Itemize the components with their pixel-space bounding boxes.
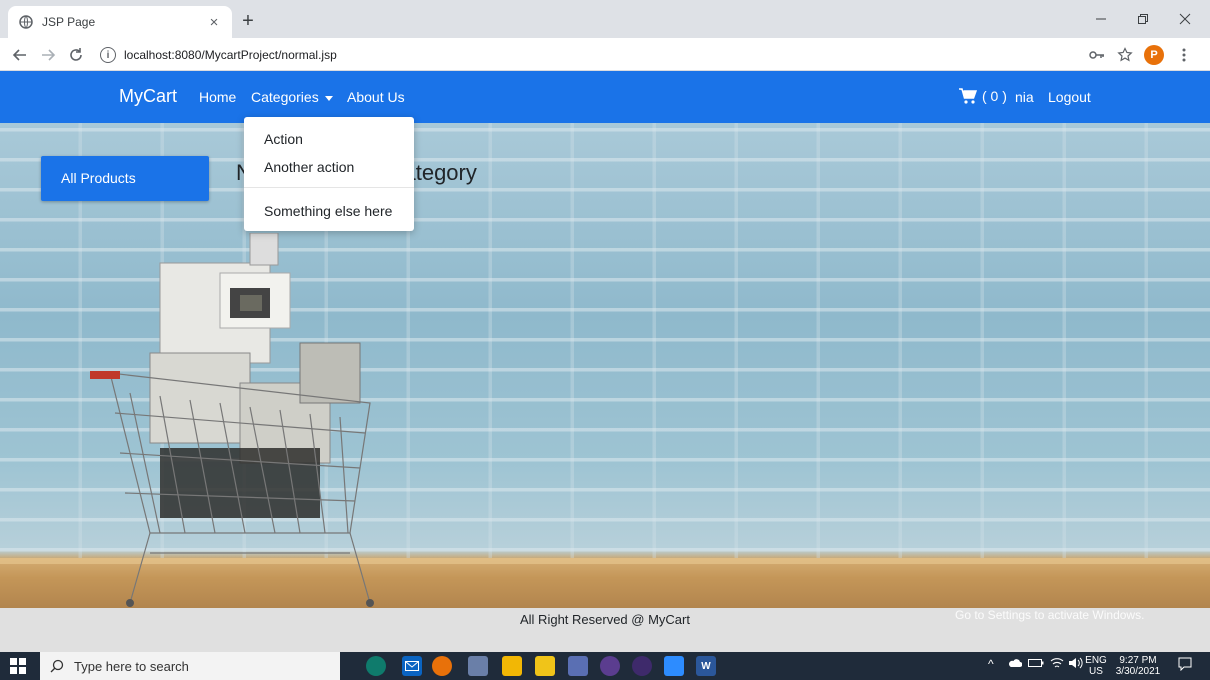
lang-top: ENG: [1085, 655, 1107, 666]
eclipse-icon[interactable]: [600, 656, 620, 676]
paint-icon[interactable]: [468, 656, 488, 676]
app-navbar: MyCart Home Categories About Us ( 0 ) ni…: [0, 71, 1210, 123]
hero-background: All Products No items in this category: [0, 123, 1210, 608]
taskbar-search-placeholder: Type here to search: [74, 658, 189, 674]
tray-chevron-up-icon[interactable]: ^: [988, 657, 994, 671]
arrow-right-icon: [42, 49, 56, 61]
browser-tab[interactable]: JSP Page ×: [8, 6, 232, 38]
key-icon: [1089, 51, 1104, 59]
browser-menu-button[interactable]: [1174, 43, 1194, 67]
mail-icon[interactable]: [402, 656, 422, 676]
snipping-tool-icon[interactable]: [568, 656, 588, 676]
profile-button[interactable]: P: [1142, 43, 1166, 67]
cart-count: ( 0 ): [982, 88, 1007, 104]
avatar: P: [1144, 45, 1164, 65]
search-icon: [50, 659, 64, 673]
nav-user[interactable]: nia: [1015, 89, 1034, 105]
all-products-button[interactable]: All Products: [41, 156, 209, 201]
zoom-icon[interactable]: [664, 656, 684, 676]
clock-time: 9:27 PM: [1119, 655, 1157, 666]
volume-icon[interactable]: [1068, 657, 1084, 672]
speaker-icon: [1069, 657, 1083, 669]
tab-title: JSP Page: [42, 15, 96, 29]
kebab-menu-icon: [1182, 48, 1186, 62]
reload-icon: [70, 48, 82, 61]
lang-bottom: US: [1089, 666, 1103, 677]
notification-icon: [1178, 657, 1192, 672]
nav-home[interactable]: Home: [199, 89, 236, 105]
dropdown-divider: [244, 187, 414, 188]
shopping-cart-icon: [959, 88, 978, 104]
browser-toolbar: i localhost:8080/MycartProject/normal.js…: [0, 38, 1210, 71]
restore-button[interactable]: [1120, 0, 1166, 38]
nav-categories[interactable]: Categories: [251, 89, 333, 105]
wifi-icon[interactable]: [1050, 657, 1064, 672]
edge-icon[interactable]: [366, 656, 386, 676]
browser-tabstrip: JSP Page × +: [0, 0, 1210, 38]
url-text[interactable]: localhost:8080/MycartProject/normal.jsp: [124, 48, 337, 62]
taskbar-search-input[interactable]: Type here to search: [40, 652, 340, 680]
activation-watermark: Go to Settings to activate Windows.: [955, 608, 1145, 622]
brand-link[interactable]: MyCart: [119, 86, 177, 107]
battery-icon[interactable]: [1028, 657, 1044, 671]
chrome-icon[interactable]: [432, 656, 452, 676]
dropdown-item-action[interactable]: Action: [264, 131, 303, 147]
nav-about-us[interactable]: About Us: [347, 89, 405, 105]
cart-link[interactable]: ( 0 ): [958, 87, 1007, 105]
forward-button[interactable]: [36, 43, 60, 67]
notifications-button[interactable]: [1178, 657, 1192, 674]
caret-down-icon: [324, 95, 333, 101]
word-icon[interactable]: W: [696, 656, 716, 676]
nav-logout[interactable]: Logout: [1048, 89, 1091, 105]
reload-button[interactable]: [64, 43, 88, 67]
globe-icon: [18, 14, 34, 30]
categories-dropdown-menu: Action Another action Something else her…: [244, 117, 414, 231]
bookmark-star-button[interactable]: [1114, 43, 1136, 67]
new-tab-button[interactable]: +: [236, 10, 260, 34]
clock[interactable]: 9:27 PM 3/30/2021: [1112, 655, 1164, 677]
clock-date: 3/30/2021: [1115, 666, 1161, 677]
nav-categories-label: Categories: [251, 89, 319, 105]
battery-shape-icon: [1028, 659, 1044, 667]
dropdown-item-another-action[interactable]: Another action: [264, 159, 354, 175]
store-icon[interactable]: [535, 656, 555, 676]
language-indicator[interactable]: ENG US: [1084, 655, 1108, 677]
info-icon[interactable]: i: [100, 47, 116, 63]
address-bar[interactable]: i localhost:8080/MycartProject/normal.js…: [100, 42, 1070, 68]
envelope-icon: [405, 661, 419, 671]
onedrive-cloud-icon[interactable]: [1008, 657, 1023, 671]
file-explorer-icon[interactable]: [502, 656, 522, 676]
minimize-icon: [1096, 18, 1106, 20]
arrow-left-icon: [12, 49, 26, 61]
star-icon: [1117, 47, 1133, 62]
windows-taskbar: Type here to search W ^ ENG US 9:27 PM 3…: [0, 652, 1210, 680]
close-icon: [1179, 13, 1191, 25]
windows-start-icon[interactable]: [10, 658, 26, 674]
password-key-button[interactable]: [1086, 43, 1108, 67]
restore-icon: [1138, 14, 1148, 24]
shopping-cart-illustration: [90, 233, 374, 607]
cloud-icon: [1009, 659, 1023, 667]
minimize-button[interactable]: [1078, 0, 1124, 38]
page-footer: All Right Reserved @ MyCart Go to Settin…: [0, 608, 1210, 652]
eclipse-ide-icon[interactable]: [632, 656, 652, 676]
tab-close-icon[interactable]: ×: [206, 14, 222, 31]
dropdown-item-something-else[interactable]: Something else here: [264, 203, 392, 219]
back-button[interactable]: [8, 43, 32, 67]
close-window-button[interactable]: [1162, 0, 1208, 38]
footer-copyright: All Right Reserved @ MyCart: [520, 612, 690, 627]
wifi-signal-icon: [1050, 658, 1064, 668]
